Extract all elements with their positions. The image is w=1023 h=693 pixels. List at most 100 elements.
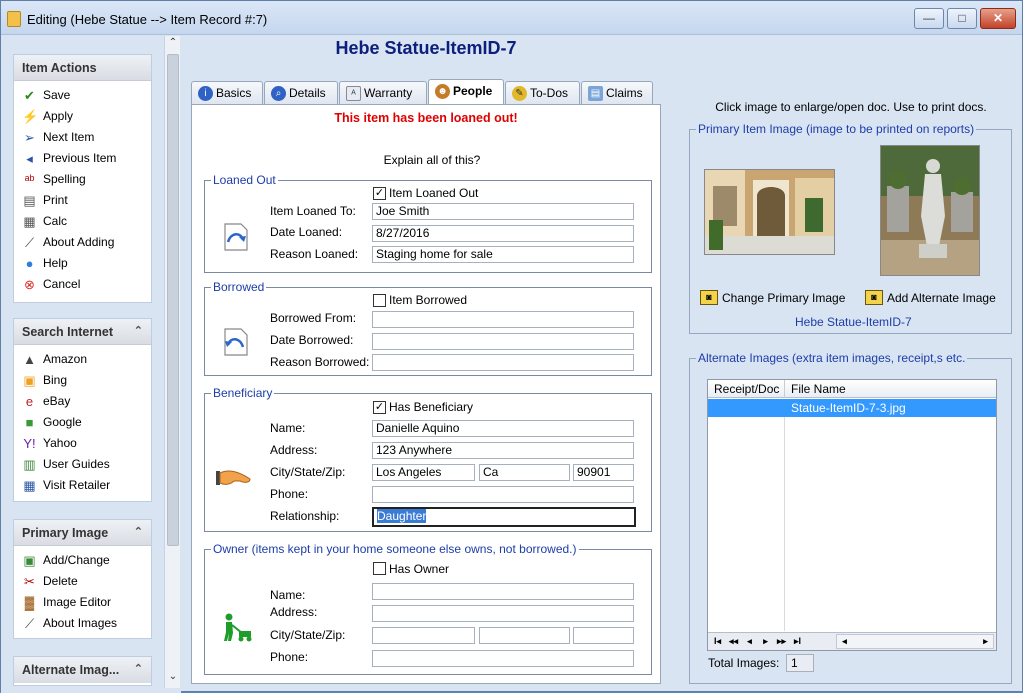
sidebar-item-google[interactable]: ■ Google <box>14 412 151 433</box>
scroll-left-icon[interactable]: ◂ <box>837 634 852 649</box>
sidebar-item-user-guides[interactable]: ▥ User Guides <box>14 454 151 475</box>
search-internet-header[interactable]: Search Internet ⌃ <box>14 319 151 345</box>
tab-warranty[interactable]: ᴬ Warranty <box>339 81 427 104</box>
collapse-icon[interactable]: ⌃ <box>134 525 143 538</box>
date-borrowed-field[interactable] <box>372 333 634 350</box>
sidebar-item-label: Print <box>43 193 68 207</box>
loaned-out-message: This item has been loaned out! <box>334 111 518 125</box>
primary-image-thumbnail[interactable] <box>704 169 835 255</box>
owner-zip-field[interactable] <box>573 627 634 644</box>
borrowed-from-field[interactable] <box>372 311 634 328</box>
change-primary-image-button[interactable]: ◙ Change Primary Image <box>700 289 845 307</box>
scrollbar-thumb[interactable] <box>167 54 179 546</box>
beneficiary-address-field[interactable]: 123 Anywhere <box>372 442 634 459</box>
beneficiary-state-field[interactable]: Ca <box>479 464 570 481</box>
sidebar-item-print[interactable]: ▤ Print <box>14 190 151 211</box>
owner-phone-label: Phone: <box>270 650 309 664</box>
item-actions-header[interactable]: Item Actions <box>14 55 151 81</box>
reason-loaned-field[interactable]: Staging home for sale <box>372 246 634 263</box>
table-row[interactable]: Statue-ItemID-7-3.jpg <box>708 399 996 417</box>
sidebar-item-spelling[interactable]: ᵃᵇ Spelling <box>14 169 151 190</box>
scroll-right-icon[interactable]: ▸ <box>978 634 993 649</box>
relationship-field[interactable]: Daughter <box>372 507 636 527</box>
column-header-receipt[interactable]: Receipt/Doc <box>708 380 785 398</box>
sidebar-item-add-change[interactable]: ▣ Add/Change <box>14 550 151 571</box>
claims-icon: ▤ <box>588 86 603 101</box>
explain-link[interactable]: Explain all of this? <box>192 153 672 167</box>
google-icon: ■ <box>25 415 34 430</box>
tab-people[interactable]: ☻ People <box>428 79 504 105</box>
beneficiary-city-field[interactable]: Los Angeles <box>372 464 475 481</box>
last-record-icon[interactable]: ▸I <box>790 634 805 649</box>
previous-record-icon[interactable]: ◂ <box>742 634 757 649</box>
next-page-icon[interactable]: ▸▸ <box>774 634 789 649</box>
has-owner-checkbox[interactable] <box>373 562 386 575</box>
item-borrowed-label: Item Borrowed <box>389 293 468 307</box>
item-loaned-to-field[interactable]: Joe Smith <box>372 203 634 220</box>
sidebar-item-apply[interactable]: ⚡ Apply <box>14 106 151 127</box>
sidebar-item-previous-item[interactable]: ◂ Previous Item <box>14 148 151 169</box>
sidebar-item-about-adding[interactable]: ⟋ About Adding <box>14 232 151 253</box>
tab-strip: i Basics ⌕ Details ᴬ Warranty ☻ People ✎ To-D… <box>191 79 661 105</box>
collapse-icon[interactable]: ⌃ <box>134 662 143 675</box>
sidebar-item-calc[interactable]: ▦ Calc <box>14 211 151 232</box>
sidebar-item-about-images[interactable]: ⟋ About Images <box>14 613 151 634</box>
add-alternate-image-button[interactable]: ◙ Add Alternate Image <box>865 289 996 307</box>
scroll-up-icon[interactable]: ⌃ <box>165 36 181 50</box>
tab-claims[interactable]: ▤ Claims <box>581 81 653 104</box>
scroll-down-icon[interactable]: ⌄ <box>165 670 181 684</box>
column-header-file-name[interactable]: File Name <box>785 380 996 398</box>
collapse-icon[interactable]: ⌃ <box>134 324 143 337</box>
sidebar-item-image-editor[interactable]: ▓ Image Editor <box>14 592 151 613</box>
owner-name-field[interactable] <box>372 583 634 600</box>
primary-image-header[interactable]: Primary Image ⌃ <box>14 520 151 546</box>
sidebar-item-yahoo[interactable]: Y! Yahoo <box>14 433 151 454</box>
tab-basics[interactable]: i Basics <box>191 81 263 104</box>
date-loaned-field[interactable]: 8/27/2016 <box>372 225 634 242</box>
sidebar-item-ebay[interactable]: e eBay <box>14 391 151 412</box>
beneficiary-phone-field[interactable] <box>372 486 634 503</box>
sidebar-item-label: Add/Change <box>43 553 110 567</box>
primary-image-statue[interactable] <box>880 145 980 276</box>
owner-city-field[interactable] <box>372 627 475 644</box>
side-panel-scrollbar[interactable]: ⌃ ⌄ <box>164 36 180 688</box>
beneficiary-zip-field[interactable]: 90901 <box>573 464 634 481</box>
yahoo-icon: Y! <box>23 436 36 451</box>
sidebar-item-help[interactable]: ● Help <box>14 253 151 274</box>
owner-name-label: Name: <box>270 588 306 602</box>
minimize-button[interactable]: — <box>914 8 944 29</box>
sidebar-item-save[interactable]: ✔ Save <box>14 85 151 106</box>
tab-details[interactable]: ⌕ Details <box>264 81 338 104</box>
sidebar-item-bing[interactable]: ▣ Bing <box>14 370 151 391</box>
owner-state-field[interactable] <box>479 627 570 644</box>
sidebar-item-delete[interactable]: ✂ Delete <box>14 571 151 592</box>
owner-mowing-icon <box>224 613 252 642</box>
grid-horizontal-scrollbar[interactable]: ◂ ▸ <box>836 634 994 649</box>
sidebar-item-next-item[interactable]: ➢ Next Item <box>14 127 151 148</box>
reason-borrowed-field[interactable] <box>372 354 634 371</box>
file-name-cell: Statue-ItemID-7-3.jpg <box>791 401 906 415</box>
date-borrowed-label: Date Borrowed: <box>270 333 354 347</box>
alternate-images-header[interactable]: Alternate Imag... ⌃ <box>14 657 151 683</box>
sidebar-item-visit-retailer[interactable]: ▦ Visit Retailer <box>14 475 151 496</box>
sidebar-item-label: Help <box>43 256 68 270</box>
printer-icon: ▤ <box>23 193 36 208</box>
first-record-icon[interactable]: I◂ <box>710 634 725 649</box>
help-icon: ● <box>25 256 34 271</box>
tab-to-dos[interactable]: ✎ To-Dos <box>505 81 580 104</box>
beneficiary-name-field[interactable]: Danielle Aquino <box>372 420 634 437</box>
has-beneficiary-checkbox[interactable]: ✓ <box>373 401 386 414</box>
next-record-icon[interactable]: ▸ <box>758 634 773 649</box>
sidebar-item-cancel[interactable]: ⊗ Cancel <box>14 274 151 295</box>
maximize-button[interactable]: □ <box>947 8 977 29</box>
sidebar-item-label: eBay <box>43 394 71 408</box>
previous-page-icon[interactable]: ◂◂ <box>726 634 741 649</box>
owner-address-field[interactable] <box>372 605 634 622</box>
item-borrowed-checkbox[interactable] <box>373 294 386 307</box>
owner-phone-field[interactable] <box>372 650 634 667</box>
sidebar-item-label: Calc <box>43 214 68 228</box>
close-button[interactable]: ✕ <box>980 8 1016 29</box>
sidebar-item-amazon[interactable]: ▲ Amazon <box>14 349 151 370</box>
item-loaned-out-checkbox[interactable]: ✓ <box>373 187 386 200</box>
item-loaned-to-label: Item Loaned To: <box>270 204 356 218</box>
